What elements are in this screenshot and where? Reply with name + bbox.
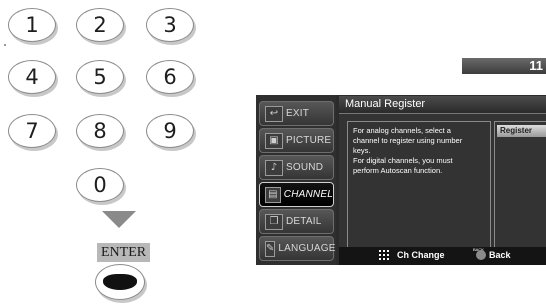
enter-label: ENTER: [97, 243, 151, 262]
menu-item-label: EXIT: [286, 108, 310, 119]
menu-item-detail[interactable]: ❐ DETAIL: [259, 209, 334, 234]
key-4[interactable]: 4: [8, 60, 56, 94]
panel-title: Manual Register: [345, 98, 426, 110]
key-5[interactable]: 5: [76, 60, 124, 94]
menu-item-picture[interactable]: ▣ PICTURE: [259, 128, 334, 153]
menu-item-label: PICTURE: [286, 135, 332, 146]
menu-item-sound[interactable]: ♪ SOUND: [259, 155, 334, 180]
menu-item-language[interactable]: ✎ LANGUAGE: [259, 236, 336, 261]
key-9[interactable]: 9: [146, 114, 194, 148]
message-line: For digital channels, you must: [353, 156, 453, 165]
enter-button[interactable]: [95, 264, 145, 300]
music-note-icon: ♪: [265, 159, 283, 176]
manual-register-panel: Manual Register For analog channels, sel…: [339, 96, 546, 265]
down-arrow-icon: [102, 211, 136, 228]
exit-arrow-icon: ↩: [265, 105, 283, 122]
panel-title-bar: Manual Register: [339, 96, 546, 114]
menu-sidebar: ↩ EXIT ▣ PICTURE ♪ SOUND ▤ CHANNEL ❐ DET…: [256, 95, 336, 265]
register-label: Register: [500, 126, 533, 135]
language-icon: ✎: [265, 240, 276, 257]
key-6[interactable]: 6: [146, 60, 194, 94]
message-box: For analog channels, select a channel to…: [347, 121, 491, 249]
message-line: perform Autoscan function.: [353, 166, 443, 175]
picture-icon: ▣: [265, 132, 283, 149]
key-7[interactable]: 7: [8, 114, 56, 148]
detail-pages-icon: ❐: [265, 213, 283, 230]
tv-menu: ↩ EXIT ▣ PICTURE ♪ SOUND ▤ CHANNEL ❐ DET…: [256, 95, 546, 265]
menu-item-exit[interactable]: ↩ EXIT: [259, 101, 334, 126]
number-keys-icon: [379, 250, 390, 261]
key-1[interactable]: 1: [8, 8, 56, 42]
message-line: For analog channels, select a: [353, 126, 451, 135]
ch-change-hint: Ch Change: [397, 250, 445, 260]
back-button-icon: [476, 250, 486, 260]
menu-item-label: CHANNEL: [283, 189, 333, 200]
menu-item-label: DETAIL: [286, 216, 322, 227]
key-3[interactable]: 3: [146, 8, 194, 42]
channel-number: 11: [529, 58, 543, 73]
back-hint: Back: [489, 250, 511, 260]
speck: [4, 44, 6, 46]
register-button[interactable]: Register: [497, 125, 546, 137]
channel-indicator: 11: [462, 58, 546, 74]
key-2[interactable]: 2: [76, 8, 124, 42]
register-column: Register: [494, 121, 546, 248]
key-8[interactable]: 8: [76, 114, 124, 148]
message-line: channel to register using number: [353, 136, 463, 145]
message-line: keys.: [353, 146, 371, 155]
tv-screen-icon: ▤: [265, 186, 281, 203]
hint-bar: Ch Change BACK Back: [339, 247, 546, 265]
menu-item-label: SOUND: [286, 162, 324, 173]
enter-button-dome: [103, 274, 137, 290]
menu-item-channel[interactable]: ▤ CHANNEL: [259, 182, 334, 207]
key-0[interactable]: 0: [76, 168, 124, 202]
menu-item-label: LANGUAGE: [278, 243, 336, 254]
